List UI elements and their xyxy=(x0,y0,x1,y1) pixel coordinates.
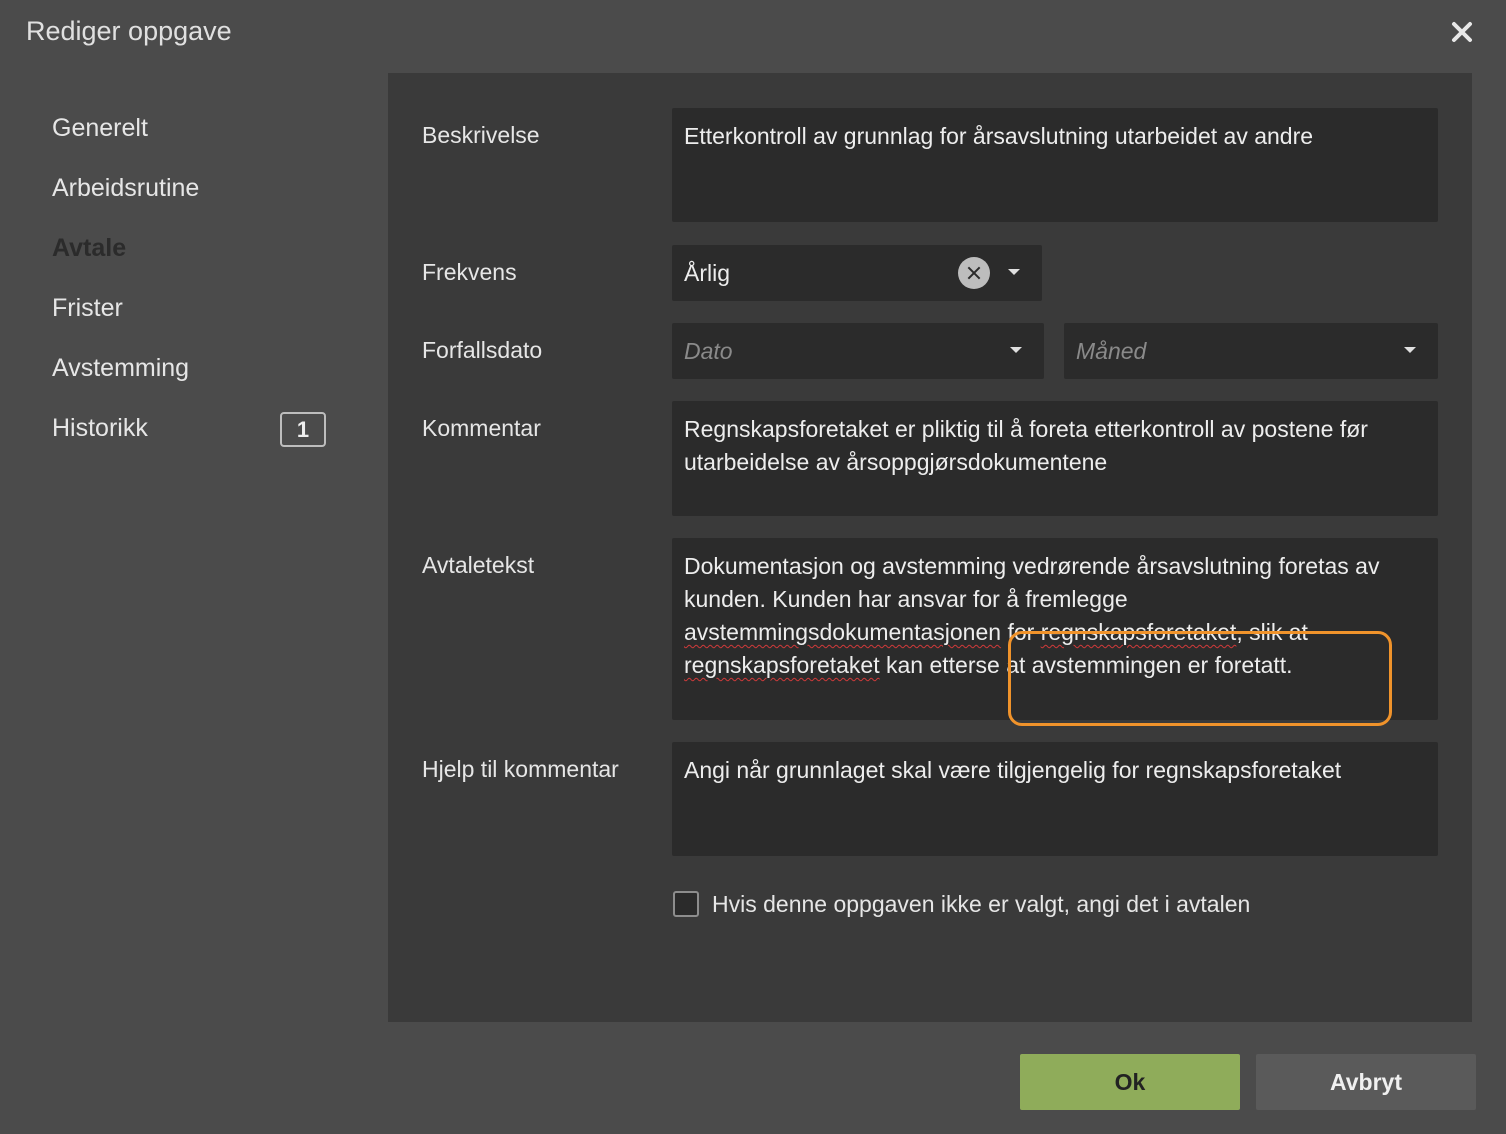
frekvens-label: Frekvens xyxy=(422,259,517,285)
sidebar-item-generelt[interactable]: Generelt xyxy=(24,98,364,158)
dato-select[interactable]: Dato xyxy=(672,323,1044,379)
avtaletekst-text-3: , slik at xyxy=(1236,619,1308,645)
chevron-down-icon[interactable] xyxy=(1010,347,1022,353)
sidebar-item-arbeidsrutine[interactable]: Arbeidsrutine xyxy=(24,158,364,218)
misspelled-word: avstemmingsdokumentasjonen xyxy=(684,619,1002,645)
hjelp-field[interactable]: Angi når grunnlaget skal være tilgjengel… xyxy=(672,742,1438,856)
sidebar-item-label: Frister xyxy=(52,294,123,322)
sidebar-item-historikk[interactable]: Historikk 1 xyxy=(24,398,364,458)
frekvens-value: Årlig xyxy=(684,260,731,286)
edit-task-dialog: Rediger oppgave Generelt Arbeidsrutine A… xyxy=(0,0,1506,1134)
sidebar-item-label: Avstemming xyxy=(52,354,190,382)
maned-placeholder: Måned xyxy=(1076,338,1147,364)
sidebar-item-avtale[interactable]: Avtale xyxy=(24,218,364,278)
sidebar-item-label: Arbeidsrutine xyxy=(52,174,200,202)
frekvens-select[interactable]: Årlig xyxy=(672,245,1042,301)
dato-placeholder: Dato xyxy=(684,338,733,364)
close-icon[interactable] xyxy=(1446,16,1478,48)
cancel-button[interactable]: Avbryt xyxy=(1256,1054,1476,1110)
sidebar-item-label: Generelt xyxy=(52,114,148,142)
avtaletekst-text-1: Dokumentasjon og avstemming vedrørende å… xyxy=(684,553,1380,612)
kommentar-field[interactable]: Regnskapsforetaket er pliktig til å fore… xyxy=(672,401,1438,516)
avtaletekst-text-4: kan etterse at avstemmingen er foretatt. xyxy=(879,652,1293,678)
sidebar-item-avstemming[interactable]: Avstemming xyxy=(24,338,364,398)
chevron-down-icon[interactable] xyxy=(1404,347,1416,353)
sidebar-item-frister[interactable]: Frister xyxy=(24,278,364,338)
avtaletekst-label: Avtaletekst xyxy=(422,552,535,578)
history-count-badge: 1 xyxy=(280,412,326,447)
misspelled-word: regnskapsforetaket xyxy=(684,652,880,678)
maned-select[interactable]: Måned xyxy=(1064,323,1438,379)
hjelp-label: Hjelp til kommentar xyxy=(422,756,619,782)
ok-button[interactable]: Ok xyxy=(1020,1054,1240,1110)
chevron-down-icon[interactable] xyxy=(1008,269,1020,275)
sidebar-nav: Generelt Arbeidsrutine Avtale Frister Av… xyxy=(24,98,364,458)
forfallsdato-label: Forfallsdato xyxy=(422,337,543,363)
clear-icon[interactable] xyxy=(958,257,990,289)
checkbox-label: Hvis denne oppgaven ikke er valgt, angi … xyxy=(712,891,1251,917)
kommentar-label: Kommentar xyxy=(422,415,541,441)
avtaletekst-field[interactable]: Dokumentasjon og avstemming vedrørende å… xyxy=(672,538,1438,720)
beskrivelse-label: Beskrivelse xyxy=(422,122,540,148)
sidebar-item-label: Avtale xyxy=(52,234,127,262)
beskrivelse-field[interactable]: Etterkontroll av grunnlag for årsavslutn… xyxy=(672,108,1438,222)
include-in-agreement-checkbox[interactable] xyxy=(673,891,699,917)
sidebar-item-label: Historikk xyxy=(52,414,148,442)
misspelled-word: regnskapsforetaket xyxy=(1040,619,1237,645)
avtaletekst-text-2: for xyxy=(1001,619,1041,645)
dialog-title: Rediger oppgave xyxy=(26,16,232,46)
